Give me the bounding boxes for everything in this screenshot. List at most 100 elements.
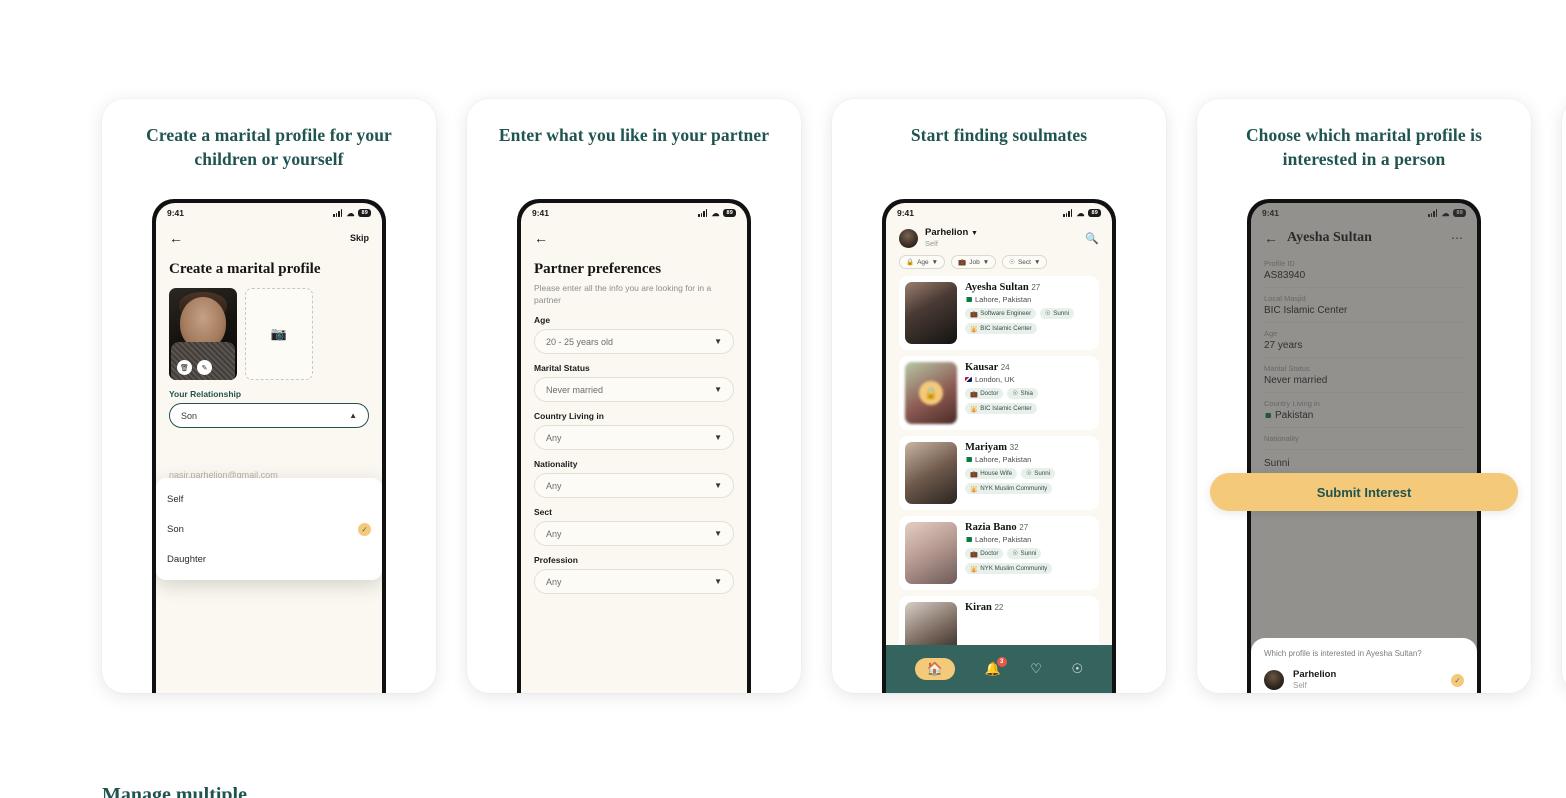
briefcase-icon: 💼	[970, 310, 978, 318]
masjid-icon: 🕌	[970, 565, 978, 573]
nav-heart-icon[interactable]: ♡	[1030, 661, 1042, 677]
screenshot-stage: Create a marital profile for your childr…	[0, 0, 1566, 798]
mosque-icon: ☉	[1009, 259, 1015, 266]
person-location: Lahore, Pakistan	[965, 535, 1093, 544]
nav-bell-icon[interactable]: 🔔 3	[984, 657, 1007, 677]
status-time: 9:41	[167, 208, 185, 218]
screen-1-heading: Create a marital profile	[169, 261, 321, 277]
card-title-2: Enter what you like in your partner	[498, 125, 770, 145]
person-photo	[905, 522, 957, 584]
marital-status-select[interactable]: Never married ▼	[534, 377, 734, 402]
submit-interest-button[interactable]: Submit Interest	[1210, 473, 1518, 511]
detail-key: Nationality	[1264, 434, 1300, 443]
briefcase-icon: 💼	[958, 259, 967, 266]
person-name-text: Ayesha Sultan	[965, 282, 1029, 293]
phone-screen-2: 9:41 ☁ 89 ← Partner preferences Please e…	[521, 203, 747, 693]
tag-label: BIC Islamic Center	[980, 405, 1032, 412]
person-location: Lahore, Pakistan	[965, 295, 1093, 304]
filter-chip-job[interactable]: 💼 Job ▼	[951, 255, 997, 269]
sheet-option[interactable]: Parhelion Self ✓	[1264, 669, 1464, 691]
status-time: 9:41	[897, 208, 915, 218]
feature-card-4: Choose which marital profile is interest…	[1197, 99, 1531, 693]
bottom-heading: Manage multiple	[102, 784, 247, 798]
add-photo-icon[interactable]: 📷	[245, 288, 313, 380]
feature-card-1: Create a marital profile for your childr…	[102, 99, 436, 693]
detail-value-text: Pakistan	[1275, 410, 1314, 421]
account-text: Parhelion ▼ Self	[925, 227, 978, 249]
age-label: Age	[534, 315, 551, 325]
filter-chip-age[interactable]: 🔒 Age ▼	[899, 255, 946, 269]
detail-key: Marital Status	[1264, 364, 1310, 373]
dropdown-option-self[interactable]: Self	[156, 484, 382, 514]
person-name-text: Kausar	[965, 362, 999, 373]
person-location-text: Lahore, Pakistan	[975, 295, 1032, 304]
sheet-option-name: Parhelion	[1293, 669, 1337, 680]
relationship-select[interactable]: Son ▲	[169, 403, 369, 428]
tag-label: NYK Muslim Community	[980, 565, 1048, 572]
filter-chips: 🔒 Age ▼ 💼 Job ▼ ☉ Sect ▼	[899, 255, 1099, 269]
list-item[interactable]: Razia Bano 27 Lahore, Pakistan 💼 Doctor ☉	[899, 516, 1099, 590]
tag-profession: 💼 Doctor	[965, 388, 1004, 399]
card-title-4: Choose which marital profile is interest…	[1245, 125, 1483, 169]
more-options-icon[interactable]: ⋯	[1451, 231, 1464, 245]
dropdown-label: Self	[167, 493, 184, 505]
chevron-down-icon: ▼	[714, 528, 722, 538]
avatar	[899, 228, 918, 248]
age-select[interactable]: 20 - 25 years old ▼	[534, 329, 734, 354]
tag-label: Shia	[1020, 390, 1033, 397]
back-arrow-icon[interactable]: ←	[1264, 231, 1278, 245]
marital-status-value: Never married	[546, 384, 604, 395]
sect-select[interactable]: Any ▼	[534, 521, 734, 546]
relationship-value: Son	[181, 410, 198, 421]
screen-1-topbar: ← Skip	[169, 223, 369, 253]
list-item[interactable]: 🔒 Kausar 24 London, UK 💼 Doctor ☉ Shia 🕌…	[899, 356, 1099, 430]
search-icon[interactable]: 🔍	[1085, 232, 1099, 245]
phone-mockup-3: 9:41 ☁ 89 Parhelion ▼ Self 🔍 🔒 Age ▼ 💼 J…	[882, 199, 1116, 693]
dropdown-option-daughter[interactable]: Daughter	[156, 544, 382, 574]
filter-chip-sect[interactable]: ☉ Sect ▼	[1002, 255, 1048, 269]
edit-pencil-icon[interactable]: ✎	[197, 360, 212, 375]
wifi-icon: ☁	[1076, 208, 1085, 218]
tag-profession: 💼 Doctor	[965, 548, 1004, 559]
relationship-label: Your Relationship	[169, 389, 242, 399]
lock-icon: 🔒	[919, 381, 943, 405]
detail-row: Age 27 years	[1264, 323, 1464, 358]
tag-profession: 💼 House Wife	[965, 468, 1018, 479]
chevron-down-icon: ▼	[714, 336, 722, 346]
screen-2-subtitle: Please enter all the info you are lookin…	[534, 283, 712, 305]
tag-profession: 💼 Software Engineer	[965, 308, 1037, 319]
wifi-icon: ☁	[1441, 208, 1450, 218]
sheet-option-role: Self	[1293, 681, 1307, 690]
person-location: London, UK	[965, 375, 1093, 384]
feature-card-3: Start finding soulmates 9:41 ☁ 89 Parhel…	[832, 99, 1166, 693]
detail-row: Profile ID AS83940	[1264, 253, 1464, 288]
chevron-down-icon[interactable]: ▼	[971, 230, 978, 237]
tag-masjid: 🕌 BIC Islamic Center	[965, 323, 1037, 334]
back-arrow-icon[interactable]: ←	[169, 231, 183, 245]
account-role: Self	[925, 239, 938, 248]
check-icon: ✓	[1451, 673, 1464, 687]
masjid-icon: 🕌	[970, 485, 978, 493]
profile-photo[interactable]: 🗑 ✎	[169, 288, 237, 380]
list-item[interactable]: Ayesha Sultan 27 Lahore, Pakistan 💼 Softw…	[899, 276, 1099, 350]
skip-button[interactable]: Skip	[350, 233, 369, 243]
nav-home-icon[interactable]: 🏠	[914, 658, 955, 680]
status-bar-1: 9:41 ☁ 89	[156, 203, 382, 223]
flag-icon	[965, 377, 972, 382]
briefcase-icon: 💼	[970, 550, 978, 558]
nav-profile-icon[interactable]: ☉	[1072, 661, 1084, 677]
notification-badge: 3	[996, 657, 1007, 667]
phone-mockup-1: 9:41 ☁ 89 ← Skip Create a marital profil…	[152, 199, 386, 693]
dropdown-option-son[interactable]: Son ✓	[156, 514, 382, 544]
nationality-select[interactable]: Any ▼	[534, 473, 734, 498]
detail-value: 27 years	[1264, 340, 1303, 351]
delete-icon[interactable]: 🗑	[177, 360, 192, 375]
account-header[interactable]: Parhelion ▼ Self 🔍	[899, 223, 1099, 249]
person-name-text: Kiran	[965, 602, 992, 613]
country-select[interactable]: Any ▼	[534, 425, 734, 450]
list-item[interactable]: Mariyam 32 Lahore, Pakistan 💼House Wife	[899, 436, 1099, 510]
back-arrow-icon[interactable]: ←	[534, 231, 548, 245]
profession-select[interactable]: Any ▼	[534, 569, 734, 594]
person-name: Kiran 22	[965, 602, 1093, 613]
relationship-dropdown-menu[interactable]: Self Son ✓ Daughter	[156, 478, 382, 580]
